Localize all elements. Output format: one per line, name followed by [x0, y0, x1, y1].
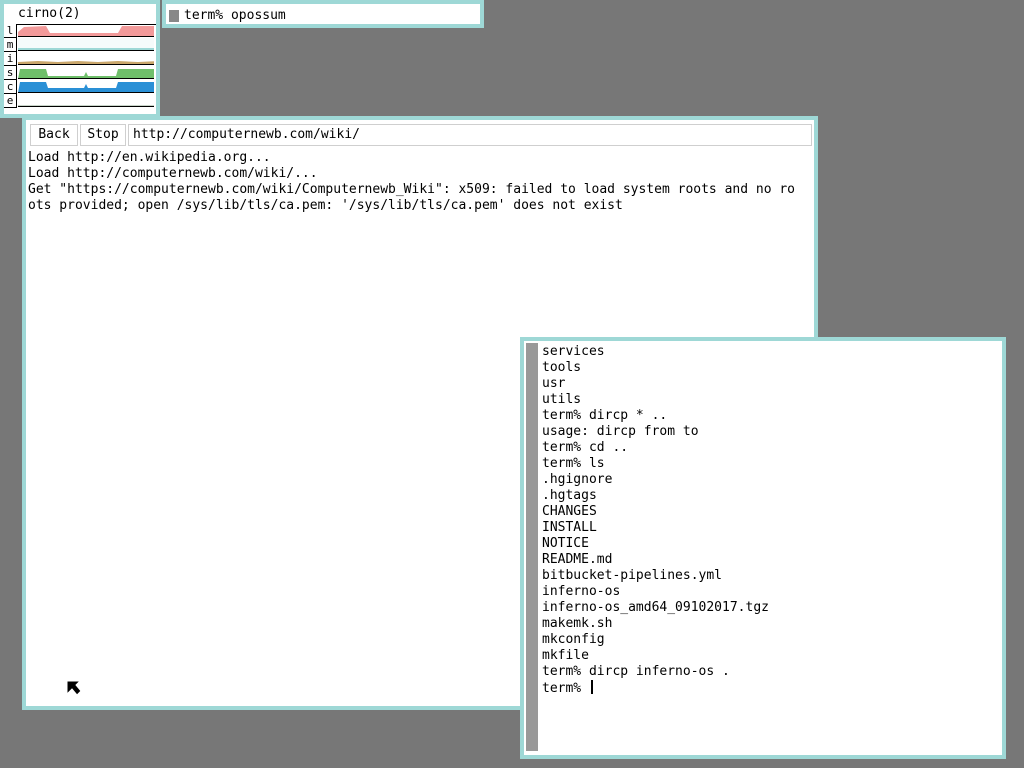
stop-button[interactable]: Stop — [80, 124, 126, 146]
stat-label-c: c — [4, 80, 17, 94]
intr-graph — [18, 52, 154, 65]
stat-label-e: e — [4, 94, 17, 108]
term-opossum-text: term% opossum — [184, 8, 286, 23]
stat-label-l: l — [4, 24, 17, 38]
terminal-line: term% cd .. — [542, 440, 629, 455]
arrow-pointer-icon — [66, 680, 82, 696]
term-opossum-window[interactable]: term% opossum — [162, 0, 484, 28]
stat-label-s: s — [4, 66, 17, 80]
terminal-line: inferno-os — [542, 584, 621, 599]
terminal-line: utils — [542, 392, 582, 407]
url-field[interactable]: http://computernewb.com/wiki/ — [128, 124, 812, 146]
stat-label-m: m — [4, 38, 17, 52]
log-line: Load http://en.wikipedia.org... — [28, 150, 271, 165]
terminal-line: usage: dircp from to — [542, 424, 699, 439]
terminal-line: INSTALL — [542, 520, 597, 535]
terminal-line: makemk.sh — [542, 616, 613, 631]
terminal-line: .hgignore — [542, 472, 613, 487]
memory-graph — [18, 38, 154, 51]
terminal-line: mkconfig — [542, 632, 605, 647]
terminal-line: usr — [542, 376, 566, 391]
ether-graph — [18, 94, 154, 107]
terminal-prompt-line[interactable]: term% — [542, 680, 998, 697]
stat-label-i: i — [4, 52, 17, 66]
stats-graphs: l m i s c e — [4, 24, 156, 114]
terminal-line: mkfile — [542, 648, 589, 663]
load-graph — [18, 24, 154, 37]
log-line: Load http://computernewb.com/wiki/... — [28, 166, 318, 181]
stats-title: cirno(2) — [4, 4, 156, 25]
terminal-line: term% dircp * .. — [542, 408, 668, 423]
terminal-line: CHANGES — [542, 504, 597, 519]
terminal-window[interactable]: services tools usr utils term% dircp * .… — [520, 337, 1006, 759]
log-line: Get "https://computernewb.com/wiki/Compu… — [28, 182, 796, 197]
terminal-line: .hgtags — [542, 488, 597, 503]
browser-toolbar: Back Stop http://computernewb.com/wiki/ — [26, 120, 814, 150]
terminal-scrollbar[interactable] — [526, 343, 538, 751]
terminal-line: term% dircp inferno-os . — [542, 664, 730, 679]
back-button[interactable]: Back — [30, 124, 78, 146]
text-cursor — [590, 680, 593, 694]
terminal-line: term% ls — [542, 456, 605, 471]
terminal-output[interactable]: services tools usr utils term% dircp * .… — [542, 344, 998, 697]
terminal-line: inferno-os_amd64_09102017.tgz — [542, 600, 769, 615]
scrollbar-thumb[interactable] — [169, 10, 179, 22]
terminal-line: NOTICE — [542, 536, 589, 551]
terminal-line: bitbucket-pipelines.yml — [542, 568, 723, 583]
stats-window[interactable]: cirno(2) l m i s c e — [0, 0, 160, 118]
log-line: ots provided; open /sys/lib/tls/ca.pem: … — [28, 198, 623, 213]
swap-graph — [18, 66, 154, 79]
cpu-graph — [18, 80, 154, 93]
terminal-line: services — [542, 344, 605, 359]
terminal-line: tools — [542, 360, 582, 375]
terminal-line: README.md — [542, 552, 613, 567]
terminal-prompt: term% — [542, 681, 589, 696]
